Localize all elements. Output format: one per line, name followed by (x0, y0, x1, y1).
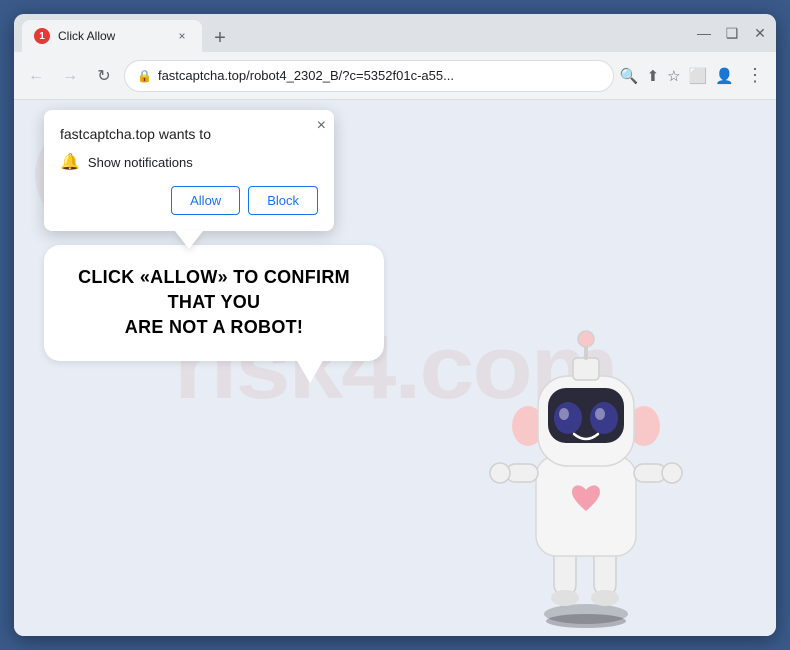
maximize-button[interactable]: ❑ (724, 25, 740, 41)
tab-close-button[interactable]: × (174, 28, 190, 44)
address-bar[interactable]: 🔒 fastcaptcha.top/robot4_2302_B/?c=5352f… (124, 60, 614, 92)
lock-icon: 🔒 (137, 69, 152, 83)
tab-title: Click Allow (58, 29, 115, 43)
profile-icon[interactable]: 👤 (715, 67, 734, 85)
popup-site-title: fastcaptcha.top wants to (60, 126, 318, 142)
window-controls: — ❑ ✕ (696, 25, 768, 41)
browser-tab[interactable]: 1 Click Allow × (22, 20, 202, 52)
share-icon[interactable]: ⬆ (647, 67, 660, 85)
address-bar-row: ← → ↻ 🔒 fastcaptcha.top/robot4_2302_B/?c… (14, 52, 776, 100)
browser-window: 1 Click Allow × + — ❑ ✕ ← → ↻ 🔒 fastcapt… (14, 14, 776, 636)
minimize-button[interactable]: — (696, 25, 712, 41)
notification-label: Show notifications (88, 155, 193, 170)
page-message-text: CLICK «ALLOW» TO CONFIRM THAT YOU ARE NO… (68, 265, 360, 341)
bell-icon: 🔔 (60, 152, 80, 172)
robot-illustration (476, 306, 696, 636)
bookmark-icon[interactable]: ☆ (667, 67, 680, 85)
tab-favicon: 1 (34, 28, 50, 44)
search-icon[interactable]: 🔍 (620, 67, 639, 85)
popup-close-button[interactable]: × (317, 118, 326, 134)
new-tab-button[interactable]: + (206, 24, 234, 52)
reload-button[interactable]: ↻ (90, 62, 118, 90)
block-button[interactable]: Block (248, 186, 318, 215)
page-message-line2: ARE NOT A ROBOT! (125, 317, 303, 337)
url-text: fastcaptcha.top/robot4_2302_B/?c=5352f01… (158, 68, 601, 83)
robot-shadow (546, 614, 626, 628)
page-message-bubble: CLICK «ALLOW» TO CONFIRM THAT YOU ARE NO… (44, 245, 384, 361)
close-window-button[interactable]: ✕ (752, 25, 768, 41)
title-bar: 1 Click Allow × + — ❑ ✕ (14, 14, 776, 52)
extension-icon[interactable]: ⬜ (689, 67, 708, 85)
browser-content: risk4.com risk × fastcaptcha.top wants t… (14, 100, 776, 636)
popup-notification-row: 🔔 Show notifications (60, 152, 318, 172)
forward-button[interactable]: → (56, 62, 84, 90)
back-button[interactable]: ← (22, 62, 50, 90)
browser-menu-button[interactable]: ⋮ (742, 61, 768, 90)
notification-popup: × fastcaptcha.top wants to 🔔 Show notifi… (44, 110, 334, 231)
allow-button[interactable]: Allow (171, 186, 240, 215)
tab-area: 1 Click Allow × + (22, 14, 690, 52)
toolbar-actions: 🔍 ⬆ ☆ ⬜ 👤 ⋮ (620, 61, 768, 90)
popup-buttons: Allow Block (60, 186, 318, 215)
bubble-tail (175, 231, 203, 249)
page-message-line1: CLICK «ALLOW» TO CONFIRM THAT YOU (78, 267, 350, 312)
